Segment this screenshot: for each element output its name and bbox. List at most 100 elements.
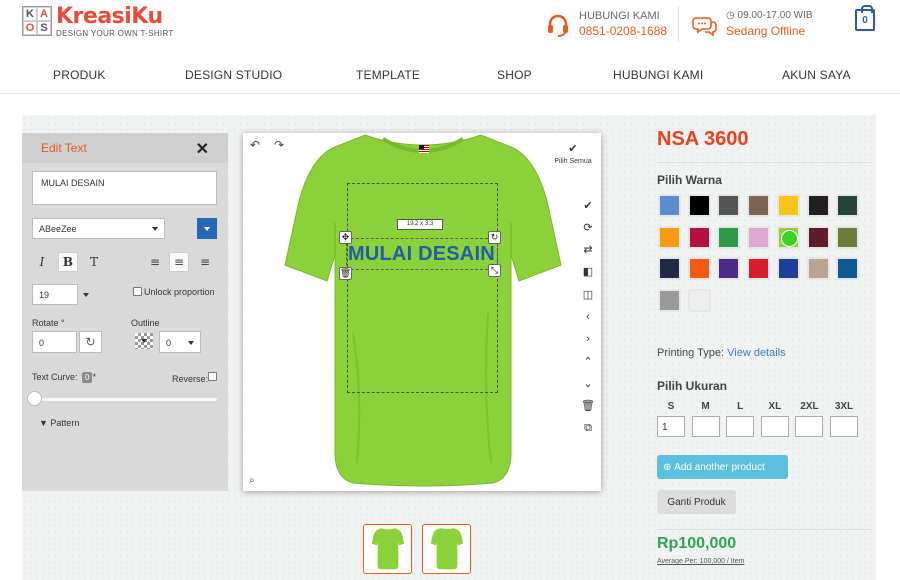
rotate-reset-icon[interactable]: ↻	[79, 331, 102, 353]
italic-button[interactable]: I	[32, 252, 52, 272]
close-icon[interactable]: ✕	[196, 139, 209, 159]
edit-panel-header: Edit Text ✕	[22, 133, 228, 163]
nav-design-studio[interactable]: DESIGN STUDIO	[185, 68, 282, 82]
bold-button[interactable]: B	[58, 252, 78, 272]
design-text[interactable]: MULAI DESAIN	[348, 243, 495, 266]
unlock-proportion-checkbox[interactable]	[133, 287, 142, 296]
average-price: Average Per: 100,000 / Item	[657, 558, 745, 565]
color-swatch[interactable]	[806, 257, 830, 280]
zoom-icon[interactable]: ⌕	[249, 475, 255, 486]
refresh-icon[interactable]: ⟳	[580, 220, 596, 236]
text-style-button[interactable]: T	[84, 252, 104, 272]
nav-hubungi-kami[interactable]: HUBUNGI KAMI	[613, 68, 703, 82]
color-swatch[interactable]	[717, 225, 741, 249]
color-swatch[interactable]	[747, 194, 771, 217]
outline-label: Outline	[131, 318, 160, 328]
color-swatch[interactable]	[747, 257, 771, 280]
curve-value-badge: 0	[82, 372, 93, 383]
chevron-down-icon	[152, 227, 158, 231]
chevron-down-icon[interactable]	[83, 293, 89, 297]
size-quantity-input[interactable]: 1	[657, 416, 685, 437]
color-swatch[interactable]	[687, 257, 711, 280]
chevron-left-icon[interactable]: ‹	[580, 309, 596, 325]
logo[interactable]: K A O S KreasiKu DESIGN YOUR OWN T-SHIRT	[22, 6, 174, 38]
align-left-button[interactable]: ≡	[145, 252, 165, 272]
color-swatch[interactable]	[658, 257, 681, 280]
flag-icon	[419, 145, 429, 153]
logo-letter: S	[37, 21, 51, 35]
logo-brand: KreasiKu	[56, 4, 163, 29]
color-swatch[interactable]	[658, 288, 681, 312]
view-details-link[interactable]: View details	[727, 347, 786, 359]
color-swatch[interactable]	[687, 225, 711, 249]
change-product-button[interactable]: Ganti Produk	[657, 490, 736, 514]
chevron-down-icon[interactable]: ⌄	[580, 376, 596, 392]
color-swatch[interactable]	[776, 194, 800, 217]
align-center-button[interactable]: ≡	[169, 252, 189, 272]
design-canvas[interactable]: ↶ ↷ ✔ Pilih Semua 19.2 x 3.3 MULAI DESAI…	[243, 133, 601, 491]
delete-handle-icon[interactable]: 🗑	[339, 267, 352, 280]
size-quantity-input[interactable]	[760, 416, 789, 437]
color-swatch[interactable]	[717, 194, 741, 217]
pattern-filter[interactable]: ▼ Pattern	[39, 418, 79, 428]
swap-icon[interactable]: ⇄	[580, 242, 596, 258]
cart-button[interactable]: 0	[855, 5, 875, 31]
color-swatch[interactable]	[687, 288, 711, 312]
font-select[interactable]: ABeeZee	[32, 218, 165, 239]
chevron-right-icon[interactable]: ›	[580, 331, 596, 347]
rotate-handle-icon[interactable]: ↻	[488, 231, 501, 244]
chevron-up-icon[interactable]: ⌃	[580, 354, 596, 370]
color-swatch[interactable]	[658, 225, 681, 249]
color-swatch[interactable]	[836, 225, 860, 249]
move-handle-icon[interactable]: ✥	[339, 231, 352, 244]
logo-letter: O	[23, 21, 37, 35]
print-area	[347, 183, 498, 393]
thumbnail-back[interactable]	[422, 524, 471, 574]
curve-slider-thumb[interactable]	[27, 391, 42, 406]
edit-text-panel: Edit Text ✕ MULAI DESAIN ABeeZee I B T ≡…	[22, 133, 228, 491]
contact-phone[interactable]: 0851-0208-1688	[579, 24, 667, 38]
size-quantity-input[interactable]	[830, 416, 858, 437]
check-icon[interactable]: ✔	[580, 198, 596, 214]
filter-icon: ▼	[39, 418, 51, 428]
color-swatch[interactable]	[806, 194, 830, 217]
resize-handle-icon[interactable]: ⤡	[488, 264, 501, 277]
curve-slider-track[interactable]	[32, 398, 217, 401]
color-swatch[interactable]	[717, 257, 741, 280]
thumbnail-front[interactable]	[363, 524, 412, 574]
color-swatch[interactable]	[658, 194, 681, 217]
size-label: L	[737, 401, 744, 412]
trash-icon[interactable]: 🗑	[580, 398, 596, 414]
font-value: ABeeZee	[39, 224, 77, 234]
layers-icon[interactable]: ◫	[580, 287, 596, 303]
color-swatch[interactable]	[836, 194, 860, 217]
add-product-button[interactable]: ⊕ Add another product	[657, 455, 788, 479]
copy-icon[interactable]: ⧉	[580, 420, 596, 436]
undo-icon[interactable]: ↶	[250, 138, 260, 152]
divider	[657, 529, 873, 530]
size-quantity-input[interactable]	[795, 416, 824, 437]
rotate-input[interactable]: 0	[32, 331, 77, 353]
outline-color-picker[interactable]	[135, 333, 153, 349]
nav-template[interactable]: TEMPLATE	[356, 68, 420, 82]
nav-shop[interactable]: SHOP	[497, 68, 532, 82]
contact-block[interactable]: HUBUNGI KAMI 0851-0208-1688	[545, 10, 667, 38]
color-swatch[interactable]	[836, 257, 860, 280]
color-section-title: Pilih Warna	[657, 173, 722, 187]
paint-bucket-icon[interactable]: ◧	[580, 264, 596, 280]
font-size-input[interactable]: 19	[32, 284, 78, 305]
reverse-checkbox[interactable]	[208, 372, 217, 381]
color-swatch[interactable]	[687, 194, 711, 217]
size-quantity-input[interactable]	[691, 416, 720, 437]
align-right-button[interactable]: ≡	[195, 252, 215, 272]
text-color-picker[interactable]	[197, 218, 217, 239]
color-swatch[interactable]	[776, 225, 800, 249]
outline-select[interactable]: 0	[159, 331, 201, 353]
color-swatch[interactable]	[776, 257, 800, 280]
nav-akun-saya[interactable]: AKUN SAYA	[782, 68, 851, 82]
nav-produk[interactable]: PRODUK	[53, 68, 106, 82]
color-swatch[interactable]	[806, 225, 830, 249]
color-swatch[interactable]	[747, 225, 771, 249]
text-input[interactable]: MULAI DESAIN	[32, 171, 217, 205]
size-quantity-input[interactable]	[726, 416, 755, 437]
